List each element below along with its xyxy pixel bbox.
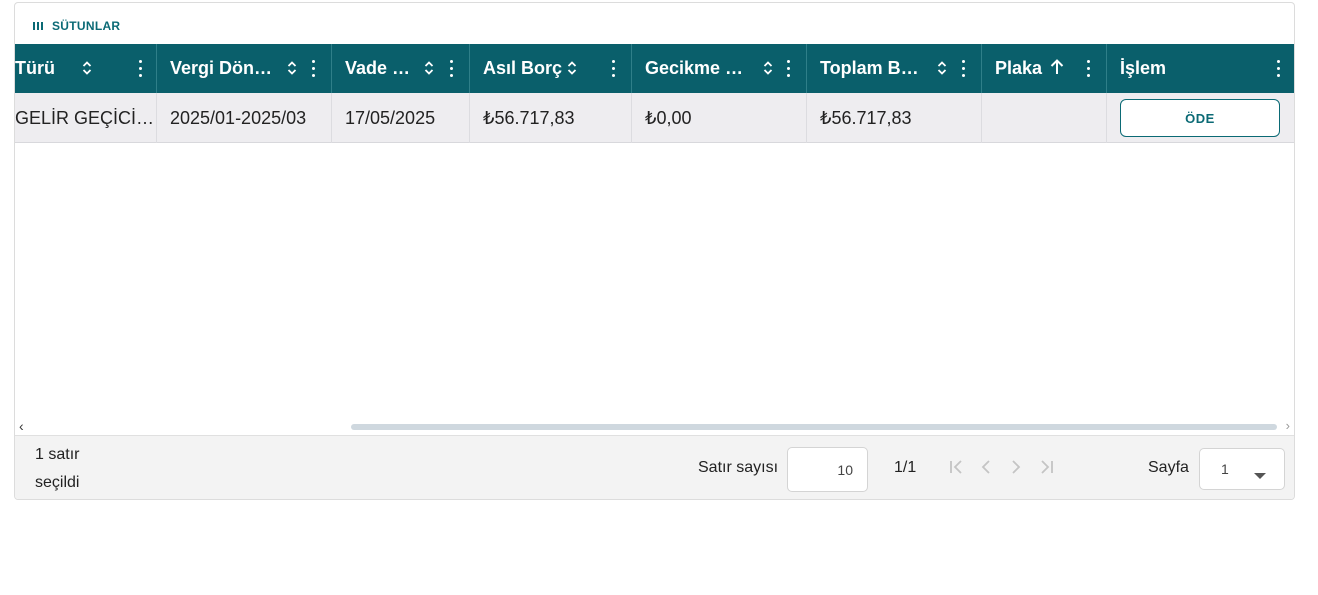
next-page-icon[interactable] xyxy=(1009,458,1023,479)
page-select[interactable]: 1 xyxy=(1199,448,1285,490)
grid-footer: 1 satır seçildi Satır sayısı 10 1/1 Sayf… xyxy=(15,435,1294,499)
rows-per-page-label: Satır sayısı xyxy=(698,459,779,476)
sort-icon[interactable] xyxy=(762,59,774,77)
column-header-label: Türü xyxy=(15,58,55,78)
arrow-up-icon[interactable] xyxy=(1049,58,1065,81)
column-menu-icon[interactable] xyxy=(961,60,965,77)
page-label: Sayfa xyxy=(1148,459,1189,476)
cell-text: GELİR GEÇİCİ… xyxy=(15,108,155,128)
column-header-label: Vade … xyxy=(345,58,411,78)
sort-icon[interactable] xyxy=(423,59,435,77)
column-header-plaka[interactable]: Plaka xyxy=(982,44,1107,93)
column-header-toplam[interactable]: Toplam B… xyxy=(807,44,982,93)
scroll-right-icon[interactable]: › xyxy=(1286,418,1290,433)
column-header-label: Plaka xyxy=(995,58,1043,78)
columns-button[interactable]: SÜTUNLAR xyxy=(33,19,120,33)
last-page-icon[interactable] xyxy=(1037,458,1055,479)
prev-page-icon[interactable] xyxy=(979,458,993,479)
column-header-vergi-donemi[interactable]: Vergi Dön… xyxy=(157,44,332,93)
column-menu-icon[interactable] xyxy=(138,60,142,77)
scroll-left-icon[interactable]: ‹ xyxy=(19,418,24,434)
column-menu-icon[interactable] xyxy=(786,60,790,77)
rows-per-page-input[interactable]: 10 xyxy=(787,447,868,492)
columns-icon xyxy=(33,22,43,30)
pay-button[interactable]: ÖDE xyxy=(1120,99,1280,137)
cell-gecikme: ₺0,00 xyxy=(632,93,807,143)
grid-toolbar: SÜTUNLAR xyxy=(15,3,1294,44)
column-header-islem[interactable]: İşlem xyxy=(1107,44,1294,93)
cell-islem: ÖDE xyxy=(1107,93,1294,143)
column-header-turu[interactable]: Türü xyxy=(15,44,157,93)
column-header-label: Gecikme … xyxy=(645,58,744,78)
data-grid: SÜTUNLAR Türü Vergi Dön… Vade … Asıl Bor… xyxy=(14,2,1295,500)
sort-icon[interactable] xyxy=(81,59,93,77)
selected-count-text: seçildi xyxy=(35,474,80,491)
column-menu-icon[interactable] xyxy=(1276,60,1280,77)
cell-vade: 17/05/2025 xyxy=(332,93,470,143)
selected-count-text: 1 satır xyxy=(35,446,80,463)
cell-text: 2025/01-2025/03 xyxy=(170,108,307,128)
cell-text: ₺56.717,83 xyxy=(820,108,912,128)
table-row[interactable]: GELİR GEÇİCİ… 2025/01-2025/03 17/05/2025… xyxy=(15,93,1294,143)
column-menu-icon[interactable] xyxy=(1086,60,1090,77)
sort-icon[interactable] xyxy=(286,59,298,77)
page-info: 1/1 xyxy=(894,459,917,476)
cell-text: ₺56.717,83 xyxy=(483,108,575,128)
column-menu-icon[interactable] xyxy=(611,60,615,77)
horizontal-scrollbar[interactable]: ‹ › xyxy=(15,417,1294,435)
column-menu-icon[interactable] xyxy=(311,60,315,77)
cell-plaka xyxy=(982,93,1107,143)
cell-text: ₺0,00 xyxy=(645,108,692,128)
scrollbar-thumb[interactable] xyxy=(351,424,1277,430)
column-header-gecikme[interactable]: Gecikme … xyxy=(632,44,807,93)
column-header-vade[interactable]: Vade … xyxy=(332,44,470,93)
sort-icon[interactable] xyxy=(936,59,948,77)
column-header-label: Vergi Dön… xyxy=(170,58,273,78)
column-header-label: Asıl Borç xyxy=(483,58,563,78)
columns-button-label: SÜTUNLAR xyxy=(52,19,121,33)
cell-asil-borc: ₺56.717,83 xyxy=(470,93,632,143)
cell-vergi-donemi: 2025/01-2025/03 xyxy=(157,93,332,143)
cell-turu: GELİR GEÇİCİ… xyxy=(15,93,157,143)
cell-toplam: ₺56.717,83 xyxy=(807,93,982,143)
column-header-asil-borc[interactable]: Asıl Borç xyxy=(470,44,632,93)
first-page-icon[interactable] xyxy=(948,458,966,479)
column-menu-icon[interactable] xyxy=(449,60,453,77)
sort-icon[interactable] xyxy=(566,59,578,77)
page-select-value: 1 xyxy=(1221,461,1229,477)
column-header-label: İşlem xyxy=(1120,58,1167,78)
grid-header: Türü Vergi Dön… Vade … Asıl Borç Gecikme… xyxy=(15,44,1294,93)
cell-text: 17/05/2025 xyxy=(345,108,436,128)
caret-down-icon xyxy=(1254,467,1266,483)
column-header-label: Toplam B… xyxy=(820,58,919,78)
